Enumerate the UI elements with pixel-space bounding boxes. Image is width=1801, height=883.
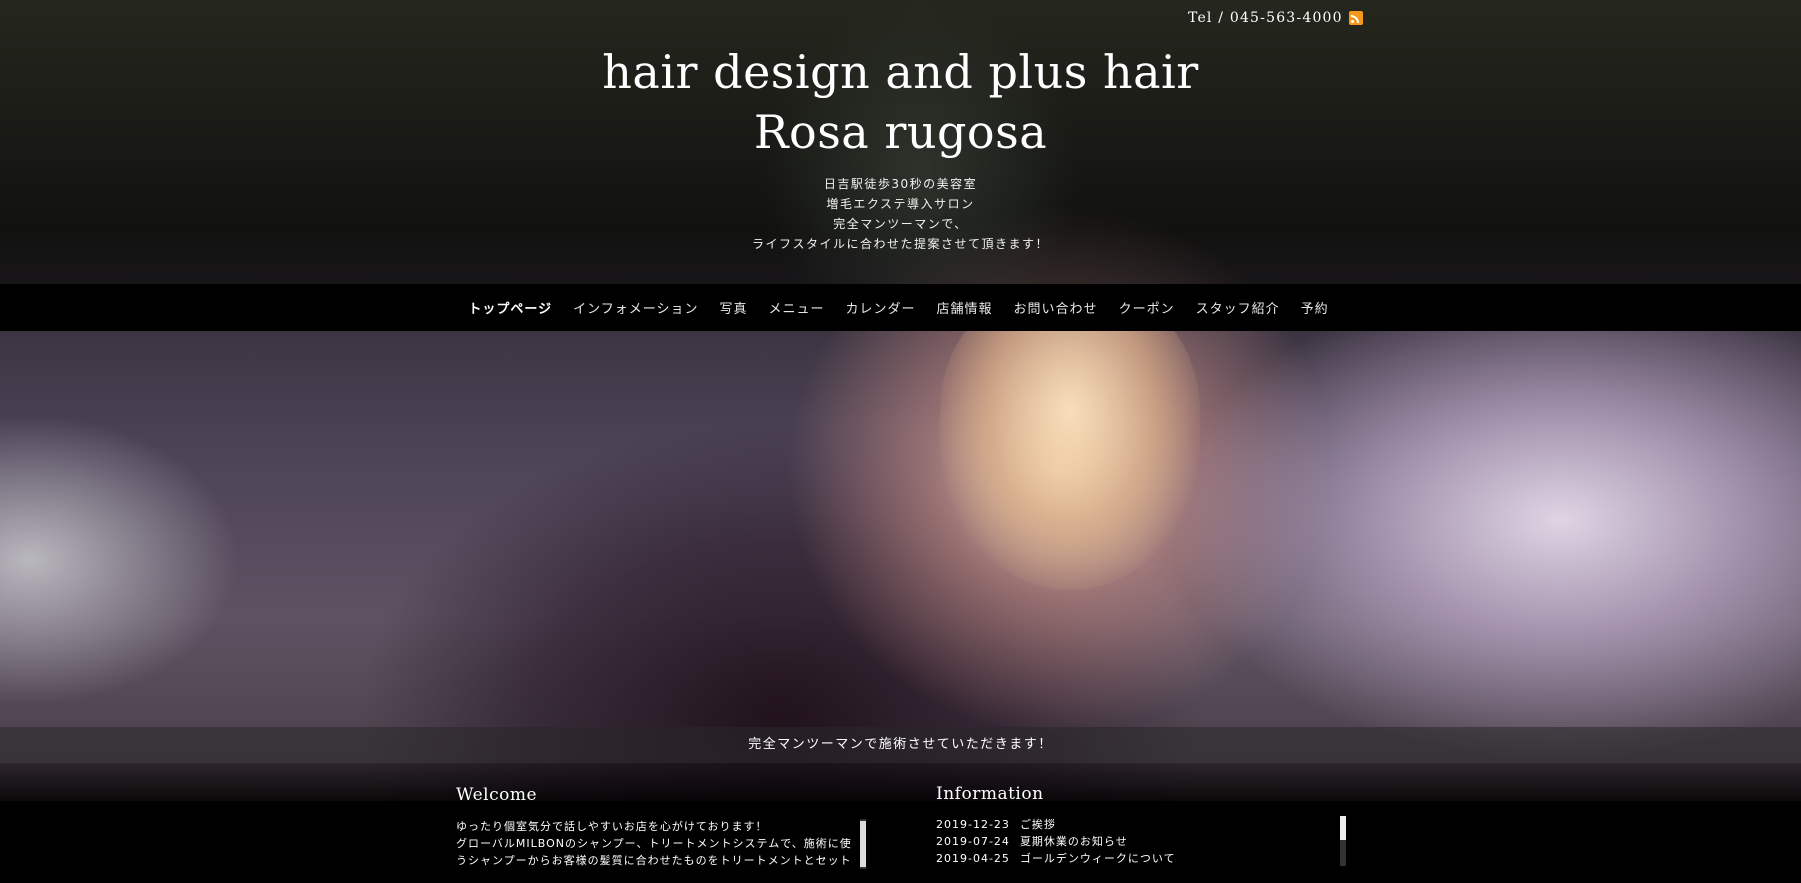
hero-caption: 完全マンツーマンで施術させていただきます！ [0,727,1801,763]
information-date: 2019-12-23 [936,818,1010,831]
tagline: 日吉駅徒歩30秒の美容室 増毛エクステ導入サロン 完全マンツーマンで、 ライフス… [0,174,1801,254]
nav-item-calendar[interactable]: カレンダー [846,298,916,317]
information-item[interactable]: 2019-07-24 夏期休業のお知らせ [936,833,1336,850]
information-scrollbar-thumb[interactable] [1340,816,1346,840]
welcome-title: Welcome [456,785,538,805]
information-title: Information [936,784,1044,804]
main-nav: トップページ インフォメーション 写真 メニュー カレンダー 店舗情報 お問い合… [0,284,1801,331]
nav-item-staff[interactable]: スタッフ紹介 [1196,298,1280,317]
bottom-panel [0,801,1801,883]
nav-item-shop-info[interactable]: 店舗情報 [937,298,993,317]
tel-number[interactable]: Tel / 045-563-4000 [1188,10,1343,26]
welcome-line: グローバルMILBONのシャンプー、トリートメントシステムで、施術に使 [456,837,852,850]
information-date: 2019-04-25 [936,852,1010,865]
nav-item-top[interactable]: トップページ [468,298,552,317]
welcome-line: ゆったり個室気分で話しやすいお店を心がけております！ [456,820,768,833]
information-scrollbar[interactable] [1340,816,1346,866]
tagline-line: 日吉駅徒歩30秒の美容室 [823,177,978,191]
bottom-shade [0,763,1801,801]
information-link[interactable]: ご挨拶 [1020,818,1056,831]
welcome-scrollbar-thumb[interactable] [860,821,866,867]
site-title-line2: Rosa rugosa [753,105,1048,159]
nav-list: トップページ インフォメーション 写真 メニュー カレンダー 店舗情報 お問い合… [468,298,1328,317]
information-link[interactable]: ゴールデンウィークについて [1020,852,1176,865]
nav-item-menu[interactable]: メニュー [769,298,825,317]
nav-item-photos[interactable]: 写真 [719,298,747,317]
welcome-line: うシャンプーからお客様の髪質に合わせたものをトリートメントとセット [456,854,852,867]
site-title[interactable]: hair design and plus hair Rosa rugosa [0,42,1801,162]
nav-item-reservation[interactable]: 予約 [1301,298,1329,317]
welcome-scrollbar[interactable] [860,819,866,869]
information-list: 2019-12-23 ご挨拶 2019-07-24 夏期休業のお知らせ 2019-0… [936,816,1336,867]
nav-item-contact[interactable]: お問い合わせ [1014,298,1098,317]
page: Tel / 045-563-4000 hair design and plus … [0,0,1801,883]
information-date: 2019-07-24 [936,835,1010,848]
nav-item-coupon[interactable]: クーポン [1119,298,1175,317]
tagline-line: ライフスタイルに合わせた提案させて頂きます！ [751,237,1049,251]
hero-photo-detail [940,290,1200,590]
information-link[interactable]: 夏期休業のお知らせ [1020,835,1128,848]
tel-line: Tel / 045-563-4000 [1188,10,1363,26]
tagline-line: 完全マンツーマンで、 [833,217,968,231]
welcome-text: ゆったり個室気分で話しやすいお店を心がけております！ グローバルMILBONのシ… [456,818,866,868]
tagline-line: 増毛エクステ導入サロン [826,197,975,211]
nav-item-information[interactable]: インフォメーション [573,298,698,317]
information-item[interactable]: 2019-12-23 ご挨拶 [936,816,1336,833]
information-item[interactable]: 2019-04-25 ゴールデンウィークについて [936,850,1336,867]
rss-icon[interactable] [1348,11,1363,25]
site-title-line1: hair design and plus hair [602,45,1199,99]
